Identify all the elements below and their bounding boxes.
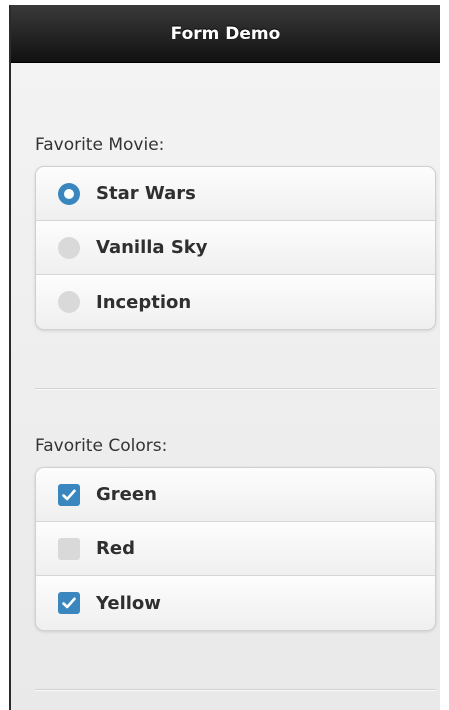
radio-unselected-icon[interactable] [58,236,80,259]
header-bar: Form Demo [11,5,440,63]
page-title: Form Demo [170,23,281,44]
checkbox-option-red[interactable]: Red [36,522,435,576]
section-divider [35,689,436,691]
radio-option-star-wars[interactable]: Star Wars [36,167,435,221]
favorite-colors-label: Favorite Colors: [35,436,168,456]
checkbox-checked-icon[interactable] [58,592,80,614]
checkbox-checked-icon[interactable] [58,483,80,506]
checkbox-option-label: Green [96,484,157,505]
checkbox-unchecked-icon[interactable] [58,537,80,560]
radio-selected-icon[interactable] [58,182,80,205]
radio-option-label: Vanilla Sky [96,237,208,258]
favorite-movie-label: Favorite Movie: [35,135,165,155]
radio-option-inception[interactable]: Inception [36,275,435,329]
checkbox-option-label: Red [96,538,135,559]
section-divider [35,388,436,390]
favorite-movie-radio-group: Star Wars Vanilla Sky Inception [35,166,436,330]
radio-option-label: Star Wars [96,183,196,204]
checkbox-option-green[interactable]: Green [36,468,435,522]
form-content: Favorite Movie: Star Wars Vanilla Sky In… [11,63,440,710]
radio-unselected-icon[interactable] [58,291,80,313]
checkbox-option-yellow[interactable]: Yellow [36,576,435,630]
favorite-colors-checkbox-group: Green Red Yellow [35,467,436,631]
radio-option-label: Inception [96,291,192,313]
radio-option-vanilla-sky[interactable]: Vanilla Sky [36,221,435,275]
app-screen: Form Demo Favorite Movie: Star Wars Vani… [9,5,440,710]
checkbox-option-label: Yellow [96,592,161,614]
